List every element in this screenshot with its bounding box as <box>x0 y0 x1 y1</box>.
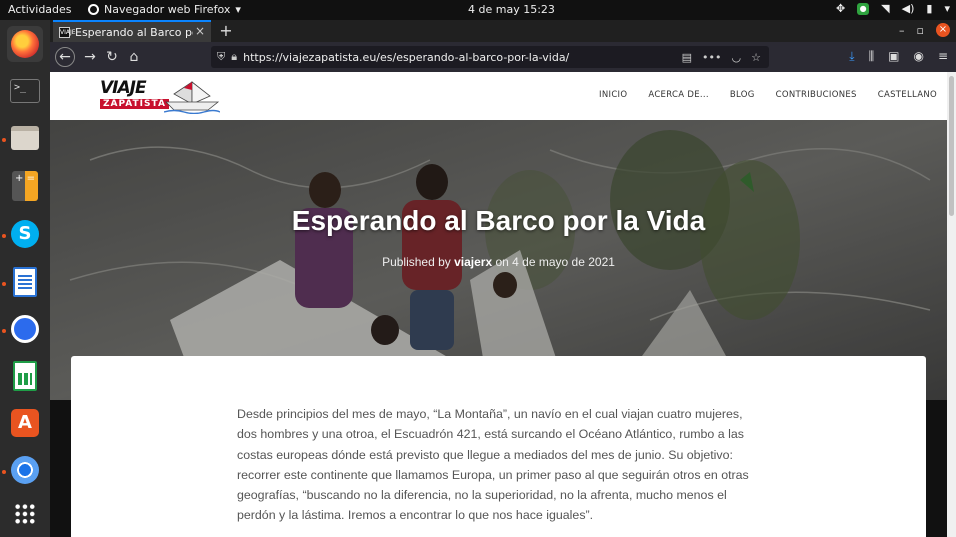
site-header: VIAJE ZAPATISTA INICIO ACERCA DE... BLOG… <box>50 72 947 120</box>
menu-item-inicio[interactable]: INICIO <box>599 90 627 100</box>
activities-button[interactable]: Actividades <box>8 3 72 16</box>
reload-icon[interactable]: ↻ <box>102 47 122 67</box>
status-app-icon[interactable]: ● <box>857 2 870 15</box>
battery-icon: ▮ <box>926 2 933 15</box>
post-date: on 4 de mayo de 2021 <box>492 255 615 269</box>
dock-chromium[interactable] <box>7 452 43 488</box>
library-icon[interactable]: ⫼ <box>869 49 875 64</box>
dock-skype[interactable]: S <box>7 216 43 252</box>
menu-item-castellano[interactable]: CASTELLANO <box>878 90 937 100</box>
app-grid-icon <box>14 503 36 525</box>
article-card: Desde principios del mes de mayo, “La Mo… <box>71 356 926 537</box>
forward-icon[interactable]: → <box>80 47 100 67</box>
firefox-icon <box>11 30 39 58</box>
dock-show-apps[interactable] <box>7 496 43 532</box>
bookmark-star-icon[interactable]: ☆ <box>751 51 761 64</box>
volume-icon: ◀) <box>901 2 915 15</box>
dock-running-dot <box>2 138 6 142</box>
dock-signal[interactable] <box>7 311 43 347</box>
chromium-icon <box>11 456 39 484</box>
account-icon[interactable]: ◉ <box>913 49 923 64</box>
firefox-window: VIAJE Esperando al Barco por la Vida × +… <box>50 20 956 537</box>
post-author-link[interactable]: viajerx <box>454 255 492 269</box>
dock-running-dot <box>2 329 6 333</box>
window-controls: – ▫ × <box>899 23 950 37</box>
menu-item-contribuciones[interactable]: CONTRIBUCIONES <box>776 90 857 100</box>
tab-favicon: VIAJE <box>59 26 76 38</box>
url-actions: ▤ ••• ◡ ☆ <box>682 51 769 64</box>
wifi-icon: ◥ <box>881 2 890 15</box>
minimize-icon[interactable]: – <box>899 24 905 37</box>
reader-view-icon[interactable]: ▤ <box>682 51 692 64</box>
dock-software[interactable]: A <box>7 405 43 441</box>
tab-active[interactable]: VIAJE Esperando al Barco por la Vida × <box>53 20 211 42</box>
tab-close-icon[interactable]: × <box>195 24 205 38</box>
app-menu-label: Navegador web Firefox <box>104 3 231 16</box>
downloads-icon[interactable]: ⤓ <box>849 49 854 64</box>
page-title: Esperando al Barco por la Vida <box>291 205 706 236</box>
post-meta: Published by viajerx on 4 de mayo de 202… <box>50 255 947 269</box>
app-menu[interactable]: Navegador web Firefox ▾ <box>88 3 241 16</box>
tab-title: Esperando al Barco por la Vida <box>75 25 193 39</box>
system-tray[interactable]: ✥ ● ◥ ◀) ▮ ▾ <box>836 2 950 15</box>
files-icon <box>11 126 39 150</box>
main-menu: INICIO ACERCA DE... BLOG CONTRIBUCIONES … <box>599 90 937 100</box>
dock-spreadsheet[interactable] <box>7 358 43 394</box>
logo-word-zapatista: ZAPATISTA <box>100 99 169 109</box>
lock-icon[interactable]: 🔒︎ <box>231 50 237 64</box>
firefox-app-icon <box>88 4 99 15</box>
dock-calculator[interactable]: + = <box>7 168 43 204</box>
navigation-toolbar: ← → ↻ ⌂ ⛨ 🔒︎ https://viajezapatista.eu/e… <box>50 42 956 72</box>
tracking-shield-icon[interactable]: ⛨ <box>217 50 225 64</box>
dock-writer[interactable] <box>7 264 43 300</box>
menu-item-blog[interactable]: BLOG <box>730 90 755 100</box>
signal-icon <box>11 315 39 343</box>
new-tab-button[interactable]: + <box>216 20 236 42</box>
url-bar[interactable]: ⛨ 🔒︎ https://viajezapatista.eu/es/espera… <box>211 46 769 68</box>
site-logo[interactable]: VIAJE ZAPATISTA <box>98 77 223 115</box>
restore-icon[interactable]: ▫ <box>917 24 924 37</box>
dock-running-dot <box>2 234 6 238</box>
tab-strip: VIAJE Esperando al Barco por la Vida × +… <box>50 20 956 42</box>
web-page: VIAJE ZAPATISTA INICIO ACERCA DE... BLOG… <box>50 72 947 537</box>
system-menu-caret-icon[interactable]: ▾ <box>944 2 950 15</box>
menu-item-acerca[interactable]: ACERCA DE... <box>648 90 709 100</box>
back-icon[interactable]: ← <box>55 47 75 67</box>
terminal-icon: >_ <box>10 79 40 103</box>
clock[interactable]: 4 de may 15:23 <box>468 3 555 16</box>
toolbar-right: ⤓ ⫼ ▣ ◉ ≡ <box>849 49 948 64</box>
writer-icon <box>13 267 37 297</box>
dock-firefox[interactable] <box>7 26 43 62</box>
calc-spreadsheet-icon <box>13 361 37 391</box>
home-icon[interactable]: ⌂ <box>124 47 144 67</box>
pocket-icon[interactable]: ◡ <box>732 51 742 64</box>
url-text[interactable]: https://viajezapatista.eu/es/esperando-a… <box>243 51 676 64</box>
software-store-icon: A <box>11 409 39 437</box>
logo-word-viaje: VIAJE <box>100 78 147 98</box>
dropbox-icon[interactable]: ✥ <box>836 2 845 15</box>
dock-files[interactable] <box>7 120 43 156</box>
dock-running-dot <box>2 470 6 474</box>
page-scrollbar[interactable] <box>947 72 956 537</box>
scrollbar-thumb[interactable] <box>949 76 954 216</box>
close-window-icon[interactable]: × <box>936 23 950 37</box>
system-top-bar: Actividades Navegador web Firefox ▾ 4 de… <box>0 0 956 20</box>
hamburger-menu-icon[interactable]: ≡ <box>938 49 948 64</box>
paper-boat-icon <box>164 81 220 114</box>
page-actions-icon[interactable]: ••• <box>702 51 721 64</box>
post-meta-prefix: Published by <box>382 255 455 269</box>
sidebar-icon[interactable]: ▣ <box>888 49 899 64</box>
dock-terminal[interactable]: >_ <box>7 73 43 109</box>
calculator-icon: + = <box>12 171 38 201</box>
article-paragraph: Desde principios del mes de mayo, “La Mo… <box>237 407 749 523</box>
skype-icon: S <box>11 220 39 248</box>
app-menu-caret: ▾ <box>235 3 241 16</box>
dock: >_ + = S A <box>0 20 50 537</box>
dock-running-dot <box>2 282 6 286</box>
